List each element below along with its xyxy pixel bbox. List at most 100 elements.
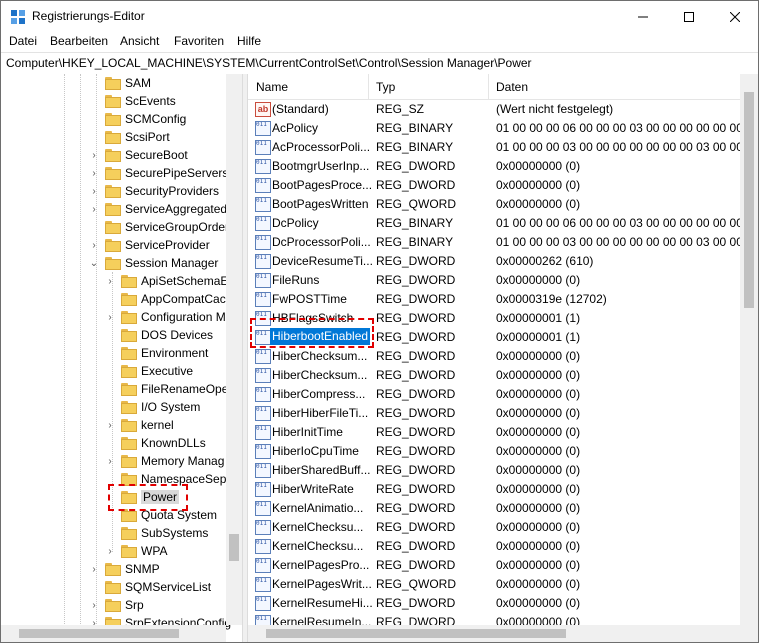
value-type: REG_DWORD bbox=[376, 539, 456, 553]
tree-item[interactable]: SQMServiceList bbox=[75, 578, 211, 596]
value-name: BootPagesWritten bbox=[272, 197, 369, 211]
tree-item[interactable]: › Srp bbox=[75, 596, 143, 614]
chevron-right-icon[interactable]: › bbox=[89, 240, 99, 251]
tree-item[interactable]: › WPA bbox=[91, 542, 167, 560]
value-row[interactable]: 011 110KernelAnimatio... REG_DWORD 0x00000… bbox=[248, 498, 740, 517]
menu-datei[interactable]: Datei bbox=[9, 34, 37, 48]
value-name: KernelChecksu... bbox=[272, 520, 364, 534]
chevron-right-icon[interactable]: › bbox=[105, 276, 115, 287]
column-header-name[interactable]: Name bbox=[256, 80, 288, 94]
value-row[interactable]: 011 110HiberChecksum... REG_DWORD 0x000000… bbox=[248, 365, 740, 384]
value-row[interactable]: 011 110DcPolicy REG_BINARY 01 00 00 00 06 … bbox=[248, 213, 758, 232]
value-row[interactable]: 011 110AcPolicy REG_BINARY 01 00 00 00 06 … bbox=[248, 118, 758, 137]
list-hscroll-thumb[interactable] bbox=[266, 629, 566, 638]
tree-item[interactable]: › SecurePipeServers bbox=[75, 164, 228, 182]
value-row[interactable]: 011 110KernelChecksu... REG_DWORD 0x000000… bbox=[248, 536, 740, 555]
folder-icon bbox=[105, 166, 121, 180]
tree-item[interactable]: › SNMP bbox=[75, 560, 159, 578]
value-row[interactable]: 011 110HiberCompress... REG_DWORD 0x000000… bbox=[248, 384, 740, 403]
minimize-button[interactable] bbox=[620, 1, 666, 32]
column-separator[interactable] bbox=[488, 74, 489, 99]
value-row[interactable]: 011 110HiberWriteRate REG_DWORD 0x00000000… bbox=[248, 479, 740, 498]
chevron-right-icon[interactable]: › bbox=[89, 204, 99, 215]
close-button[interactable] bbox=[712, 1, 758, 32]
menu-bearbeiten[interactable]: Bearbeiten bbox=[50, 34, 108, 48]
value-row[interactable]: 011 110HiberSharedBuff... REG_DWORD 0x0000… bbox=[248, 460, 740, 479]
menu-hilfe[interactable]: Hilfe bbox=[237, 34, 261, 48]
binary-value-icon: 011 110 bbox=[255, 121, 271, 136]
value-row[interactable]: 011 110AcProcessorPoli... REG_BINARY 01 00… bbox=[248, 137, 758, 156]
tree-item[interactable]: ScsiPort bbox=[75, 128, 170, 146]
value-row[interactable]: 011 110HiberInitTime REG_DWORD 0x00000000 … bbox=[248, 422, 740, 441]
chevron-right-icon[interactable]: › bbox=[89, 564, 99, 575]
value-row[interactable]: 011 110KernelChecksu... REG_DWORD 0x000000… bbox=[248, 517, 740, 536]
chevron-right-icon[interactable]: › bbox=[105, 312, 115, 323]
tree-vertical-scrollbar[interactable] bbox=[226, 74, 242, 625]
folder-icon bbox=[105, 94, 121, 108]
tree-item[interactable]: › Configuration M bbox=[91, 308, 225, 326]
value-row[interactable]: 011 110KernelPagesWrit... REG_QWORD 0x0000… bbox=[248, 574, 740, 593]
value-row[interactable]: 011 110HiberHiberFileTi... REG_DWORD 0x000… bbox=[248, 403, 740, 422]
value-row[interactable]: 011 110DcProcessorPoli... REG_BINARY 01 00… bbox=[248, 232, 758, 251]
tree-item[interactable]: Environment bbox=[91, 344, 208, 362]
values-list-pane[interactable]: Name Typ Daten ab (Standard) REG_SZ (Wert n… bbox=[248, 74, 758, 642]
chevron-right-icon[interactable]: › bbox=[105, 420, 115, 431]
value-row[interactable]: ab (Standard) REG_SZ (Wert nicht festgelegt… bbox=[248, 99, 740, 118]
tree-item[interactable]: I/O System bbox=[91, 398, 200, 416]
value-type: REG_DWORD bbox=[376, 254, 456, 268]
tree-item[interactable]: › kernel bbox=[91, 416, 173, 434]
chevron-right-icon[interactable]: › bbox=[89, 150, 99, 161]
value-row[interactable]: 011 110HiberIoCpuTime REG_DWORD 0x00000000… bbox=[248, 441, 740, 460]
tree-item[interactable]: ServiceGroupOrder bbox=[75, 218, 229, 236]
tree-item[interactable]: › SecurityProviders bbox=[75, 182, 219, 200]
tree-item[interactable]: › SecureBoot bbox=[75, 146, 187, 164]
value-row[interactable]: 011 110KernelResumeHi...REG_DWORD 0x00000… bbox=[248, 593, 740, 612]
chevron-down-icon[interactable]: ⌄ bbox=[89, 258, 99, 269]
tree-item[interactable]: ⌄ Session Manager bbox=[75, 254, 219, 272]
tree-item[interactable]: SCMConfig bbox=[75, 110, 186, 128]
key-tree-pane[interactable]: SAM ScEvents SCMConfig ScsiPort › SecureBoot ›… bbox=[1, 74, 242, 642]
value-row[interactable]: 011 110FileRuns REG_DWORD 0x00000000 (0) bbox=[248, 270, 740, 289]
tree-item[interactable]: › ServiceAggregatedI bbox=[75, 200, 230, 218]
list-vertical-scrollbar[interactable] bbox=[740, 74, 758, 625]
address-bar[interactable]: Computer\HKEY_LOCAL_MACHINE\SYSTEM\Curre… bbox=[1, 52, 758, 75]
chevron-right-icon[interactable]: › bbox=[89, 186, 99, 197]
list-scroll-thumb[interactable] bbox=[744, 92, 754, 308]
tree-item[interactable]: › ApiSetSchemaEx bbox=[91, 272, 234, 290]
chevron-right-icon[interactable]: › bbox=[105, 546, 115, 557]
value-row[interactable]: 011 110KernelPagesPro... REG_DWORD 0x00000… bbox=[248, 555, 740, 574]
tree-item[interactable]: ScEvents bbox=[75, 92, 176, 110]
tree-item[interactable]: Executive bbox=[91, 362, 193, 380]
chevron-right-icon[interactable]: › bbox=[89, 168, 99, 179]
value-row[interactable]: 011 110BootPagesProce...REG_DWORD 0x00000… bbox=[248, 175, 740, 194]
tree-scroll-thumb[interactable] bbox=[229, 534, 239, 561]
tree-item[interactable]: › ServiceProvider bbox=[75, 236, 209, 254]
list-horizontal-scrollbar[interactable] bbox=[248, 625, 758, 642]
tree-item[interactable]: › Memory Manag bbox=[91, 452, 224, 470]
value-row[interactable]: 011 110BootPagesWritten REG_QWORD 0x000000… bbox=[248, 194, 740, 213]
menu-ansicht[interactable]: Ansicht bbox=[120, 34, 159, 48]
value-row[interactable]: 011 110DeviceResumeTi...REG_DWORD 0x00000… bbox=[248, 251, 740, 270]
tree-item[interactable]: FileRenameOper bbox=[91, 380, 232, 398]
tree-item[interactable]: KnownDLLs bbox=[91, 434, 206, 452]
column-header-type[interactable]: Typ bbox=[376, 80, 395, 94]
chevron-right-icon[interactable]: › bbox=[89, 600, 99, 611]
binary-value-icon: 011 110 bbox=[255, 482, 271, 497]
value-row[interactable]: 011 110FwPOSTTime REG_DWORD 0x0000319e (12… bbox=[248, 289, 740, 308]
value-row[interactable]: 011 110HiberChecksum... REG_DWORD 0x000000… bbox=[248, 346, 740, 365]
value-row[interactable]: 011 110BootmgrUserInp... REG_DWORD 0x00000… bbox=[248, 156, 740, 175]
title-bar[interactable]: Registrierungs-Editor bbox=[1, 1, 758, 32]
tree-hscroll-thumb[interactable] bbox=[19, 629, 179, 638]
tree-item[interactable]: AppCompatCac bbox=[91, 290, 226, 308]
value-data: 0x00000000 (0) bbox=[496, 159, 581, 173]
column-separator[interactable] bbox=[368, 74, 369, 99]
chevron-right-icon[interactable]: › bbox=[105, 456, 115, 467]
menu-favoriten[interactable]: Favoriten bbox=[174, 34, 224, 48]
tree-item[interactable]: SAM bbox=[75, 74, 151, 92]
column-header-data[interactable]: Daten bbox=[496, 80, 528, 94]
maximize-button[interactable] bbox=[666, 1, 712, 32]
tree-horizontal-scrollbar[interactable] bbox=[1, 625, 226, 642]
tree-item[interactable]: DOS Devices bbox=[91, 326, 213, 344]
tree-item-label: SAM bbox=[125, 76, 152, 90]
tree-item[interactable]: SubSystems bbox=[91, 524, 208, 542]
